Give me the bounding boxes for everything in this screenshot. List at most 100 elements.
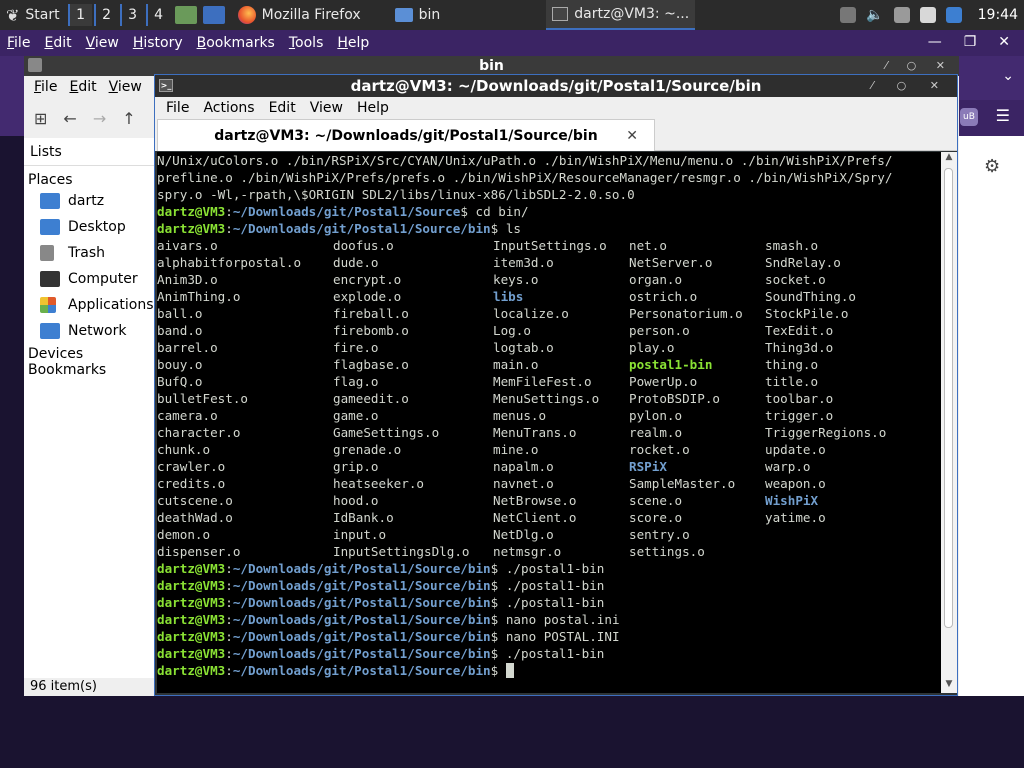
task-bin[interactable]: bin xyxy=(389,0,447,30)
fm-titlebar[interactable]: bin ⁄ ○ ✕ xyxy=(24,56,959,76)
prompt-path: ~/Downloads/git/Postal1/Source/bin xyxy=(232,595,491,610)
prompt-separator: : xyxy=(225,612,233,627)
fm-menu-edit[interactable]: Edit xyxy=(63,79,102,95)
fm-title: bin xyxy=(479,58,504,74)
ls-entry: Personatorium.o xyxy=(629,306,743,321)
minimize-icon[interactable]: — xyxy=(928,34,942,50)
applications-icon xyxy=(40,297,56,313)
ff-menu-view[interactable]: View xyxy=(79,35,126,51)
sidebar-mode-selector[interactable]: Lists xyxy=(24,138,155,166)
ls-entry xyxy=(765,526,941,543)
clipboard-icon[interactable] xyxy=(919,7,936,23)
ls-entry: ostrich.o xyxy=(629,289,698,304)
prompt-separator: : xyxy=(225,646,233,661)
storage-icon[interactable] xyxy=(840,7,857,23)
prompt-dollar: $ xyxy=(460,204,468,219)
scrollbar-thumb[interactable] xyxy=(944,168,953,628)
up-arrow-icon[interactable]: ↑ xyxy=(122,109,135,128)
sidebar-item-applications[interactable]: Applications xyxy=(24,292,155,318)
hamburger-menu-icon[interactable]: ☰ xyxy=(996,106,1010,125)
sidebar-item-desktop[interactable]: Desktop xyxy=(24,214,155,240)
workspace-3[interactable]: 3 xyxy=(119,4,144,26)
term-menu-view[interactable]: View xyxy=(303,100,350,116)
command-text: nano POSTAL.INI xyxy=(498,629,620,644)
ff-menu-file[interactable]: File xyxy=(0,35,37,51)
sidebar-item-trash[interactable]: Trash xyxy=(24,240,155,266)
ls-entry: grenade.o xyxy=(333,442,402,457)
term-menu-file[interactable]: File xyxy=(159,100,196,116)
chevron-down-icon[interactable]: ⌄ xyxy=(1002,68,1014,84)
ls-entry: explode.o xyxy=(333,289,402,304)
ls-entry: update.o xyxy=(765,442,826,457)
ls-entry: napalm.o xyxy=(493,459,554,474)
ff-menu-edit[interactable]: Edit xyxy=(37,35,78,51)
terminal-tab[interactable]: dartz@VM3: ~/Downloads/git/Postal1/Sourc… xyxy=(157,119,655,151)
desktop-launcher-icon[interactable] xyxy=(202,6,225,24)
back-arrow-icon[interactable]: ← xyxy=(63,109,76,128)
volume-icon[interactable]: 🔈 xyxy=(866,7,883,23)
ls-entry: mine.o xyxy=(493,442,539,457)
prompt-path: ~/Downloads/git/Postal1/Source xyxy=(232,204,461,219)
ls-entry: trigger.o xyxy=(765,408,834,423)
ls-entry: flag.o xyxy=(333,374,379,389)
ff-menu-help[interactable]: Help xyxy=(330,35,376,51)
task-terminal[interactable]: dartz@VM3: ~... xyxy=(546,0,696,30)
workspace-2[interactable]: 2 xyxy=(93,4,118,26)
ls-entry: scene.o xyxy=(629,493,683,508)
term-menu-actions[interactable]: Actions xyxy=(196,100,261,116)
new-tab-icon[interactable]: ⊞ xyxy=(34,109,47,128)
start-button[interactable]: ❦ Start xyxy=(0,0,68,30)
file-manager-launcher-icon[interactable] xyxy=(174,6,197,24)
sidebar-item-dartz[interactable]: dartz xyxy=(24,188,155,214)
close-icon[interactable]: ✕ xyxy=(998,34,1010,50)
scroll-down-icon[interactable]: ▼ xyxy=(941,679,957,693)
forward-arrow-icon[interactable]: → xyxy=(93,109,106,128)
terminal-window-controls[interactable]: ⁄ ○ ✕ xyxy=(871,75,949,97)
command-text: ./postal1-bin xyxy=(498,561,605,576)
gear-icon[interactable]: ⚙ xyxy=(984,156,1000,177)
home-folder-icon xyxy=(40,193,60,209)
fm-menu-view[interactable]: View xyxy=(103,79,148,95)
task-firefox[interactable]: Mozilla Firefox xyxy=(232,0,367,30)
prompt-line: dartz@VM3:~/Downloads/git/Postal1/Source… xyxy=(157,577,941,594)
workspace-4[interactable]: 4 xyxy=(145,4,170,26)
ls-entry: MenuTrans.o xyxy=(493,425,577,440)
term-menu-edit[interactable]: Edit xyxy=(262,100,303,116)
ff-menu-bookmarks[interactable]: Bookmarks xyxy=(190,35,282,51)
ls-entry: fireball.o xyxy=(333,306,409,321)
fm-window-controls[interactable]: ⁄ ○ ✕ xyxy=(885,56,953,76)
terminal-titlebar[interactable]: >_ dartz@VM3: ~/Downloads/git/Postal1/So… xyxy=(155,75,957,97)
ls-entry: item3d.o xyxy=(493,255,554,270)
scroll-up-icon[interactable]: ▲ xyxy=(941,152,957,166)
fm-status-bar: 96 item(s) xyxy=(30,679,97,694)
ls-entry: bouy.o xyxy=(157,357,203,372)
ff-menu-tools[interactable]: Tools xyxy=(282,35,331,51)
ls-entry: band.o xyxy=(157,323,203,338)
ls-entry: camera.o xyxy=(157,408,218,423)
ls-entry: settings.o xyxy=(629,544,705,559)
term-menu-help[interactable]: Help xyxy=(350,100,396,116)
places-header: Places xyxy=(28,172,73,188)
ls-entry: grip.o xyxy=(333,459,379,474)
fm-window-menu-icon[interactable] xyxy=(28,58,42,72)
ublock-icon[interactable]: uB xyxy=(960,108,978,126)
ls-entry: aivars.o xyxy=(157,238,218,253)
display-icon[interactable] xyxy=(893,7,910,23)
ls-entry: Log.o xyxy=(493,323,531,338)
update-icon[interactable] xyxy=(945,7,962,23)
sidebar-item-computer[interactable]: Computer xyxy=(24,266,155,292)
firefox-content xyxy=(956,136,1024,696)
terminal-window-icon[interactable]: >_ xyxy=(159,79,173,92)
sidebar-item-network[interactable]: Network xyxy=(24,318,155,344)
restore-icon[interactable]: ❐ xyxy=(964,34,977,50)
ff-menu-history[interactable]: History xyxy=(126,35,190,51)
ls-entry: WishPiX xyxy=(765,493,819,508)
workspace-1[interactable]: 1 xyxy=(67,4,92,26)
terminal-scrollbar[interactable]: ▲ ▼ xyxy=(941,152,957,693)
prompt-path: ~/Downloads/git/Postal1/Source/bin xyxy=(232,561,491,576)
terminal-output[interactable]: N/Unix/uColors.o ./bin/RSPiX/Src/CYAN/Un… xyxy=(157,152,941,693)
network-icon xyxy=(40,323,60,339)
fm-menu-file[interactable]: File xyxy=(28,79,63,95)
close-tab-icon[interactable]: ✕ xyxy=(626,120,638,152)
clock[interactable]: 19:44 xyxy=(978,7,1018,23)
